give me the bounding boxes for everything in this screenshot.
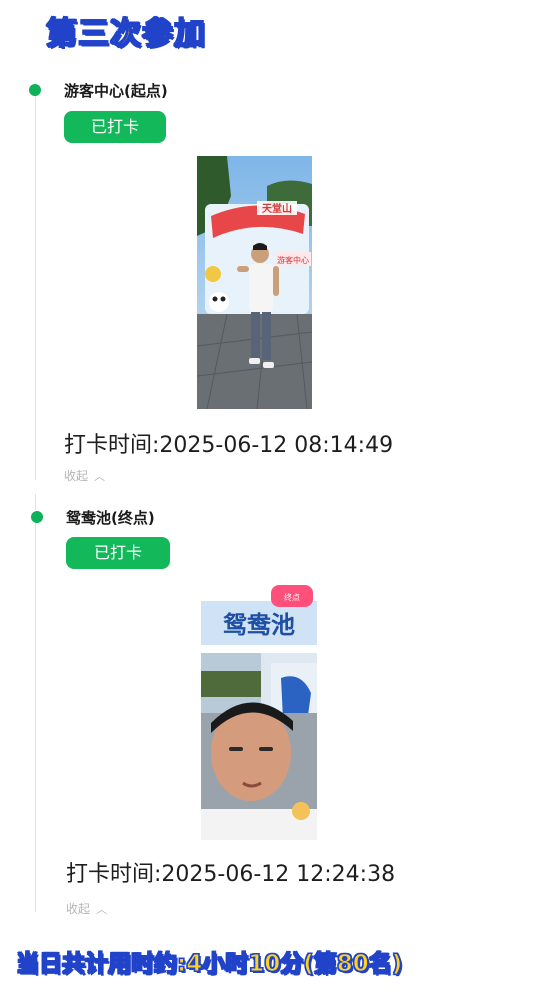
checkin-time-value: 2025-06-12 12:24:38 [161, 862, 396, 887]
timeline-line [35, 522, 36, 912]
checkin-photo-end[interactable]: 鸳鸯池 终点 [201, 583, 317, 840]
sign-text: 鸳鸯池 [223, 611, 295, 639]
checkin-photo-start[interactable]: 天堂山 游客中心 [197, 156, 312, 409]
collapse-toggle[interactable]: 收起 ︿ [64, 467, 105, 484]
sign-text-2: 终点 [284, 592, 300, 602]
checkin-time-end: 打卡时间:2025-06-12 12:24:38 [66, 856, 395, 888]
checkin-time-label: 打卡时间: [64, 433, 160, 458]
collapse-toggle[interactable]: 收起 ︿ [66, 900, 107, 917]
timeline-dot [29, 84, 41, 96]
checkin-time-start: 打卡时间:2025-06-12 08:14:49 [64, 427, 393, 459]
timeline-line [35, 494, 36, 510]
timeline-dot [31, 511, 43, 523]
collapse-label: 收起 [66, 902, 91, 916]
total-time-summary: 当日共计用时约:4小时10分(第80名) [15, 950, 403, 977]
stop-name-start: 游客中心(起点) [64, 82, 168, 100]
checkin-time-label: 打卡时间: [66, 862, 162, 887]
sign-text: 天堂山 [262, 202, 292, 215]
chevron-up-icon: ︿ [96, 903, 108, 916]
chevron-up-icon: ︿ [94, 470, 106, 483]
checkin-time-value: 2025-06-12 08:14:49 [159, 433, 394, 458]
photo-image: 鸳鸯池 终点 [201, 583, 317, 840]
timeline-line [35, 96, 36, 480]
collapse-label: 收起 [64, 469, 89, 483]
checked-in-badge[interactable]: 已打卡 [64, 111, 166, 143]
stop-name-end: 鸳鸯池(终点) [66, 509, 155, 527]
photo-image: 天堂山 游客中心 [197, 156, 312, 409]
page-title: 第三次参加 [45, 15, 206, 52]
sign-text-2: 游客中心 [277, 255, 309, 265]
checked-in-badge[interactable]: 已打卡 [66, 537, 170, 569]
